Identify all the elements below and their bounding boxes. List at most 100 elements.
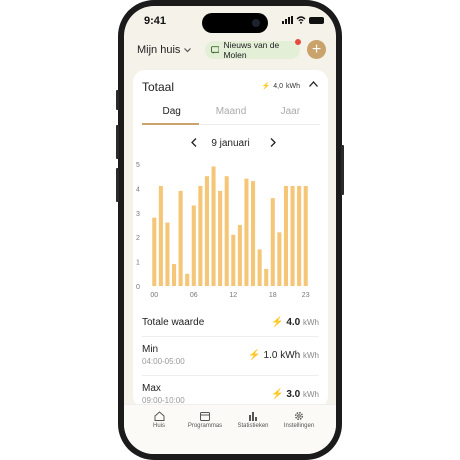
bar-hour-19[interactable] (277, 232, 282, 286)
tab-huis[interactable]: Huis (136, 411, 182, 429)
phone-frame: 9:41 Mijn huis Nieuws van de Molen + Tot… (116, 0, 344, 460)
side-button (116, 168, 119, 202)
total-badge-unit: kWh (286, 82, 300, 90)
tab-statistieken-label: Statistieken (237, 423, 269, 429)
divider (142, 336, 319, 337)
stats-icon (249, 412, 257, 421)
summary-total-value: 4.0 (286, 317, 301, 328)
app-screen: 9:41 Mijn huis Nieuws van de Molen + Tot… (124, 6, 336, 454)
next-date-button[interactable] (270, 138, 276, 150)
x-tick-label: 18 (269, 292, 277, 299)
bar-hour-1[interactable] (158, 185, 163, 286)
bar-hour-10[interactable] (218, 190, 223, 286)
bar-hour-9[interactable] (211, 166, 216, 286)
summary-total-unit: kWh (303, 318, 319, 327)
bar-hour-0[interactable] (152, 217, 157, 286)
bar-hour-7[interactable] (198, 185, 203, 286)
home-selector-label: Mijn huis (137, 44, 181, 56)
tab-programmas-label: Programmas (187, 423, 223, 429)
news-label: Nieuws van de Molen (223, 40, 280, 60)
tab-huis-label: Huis (152, 423, 165, 429)
signal-icon (282, 16, 293, 24)
news-icon (211, 46, 220, 54)
current-date: 9 januari (211, 138, 250, 149)
bar-hour-13[interactable] (237, 225, 242, 286)
summary-max-value: 3.0 (286, 389, 301, 400)
chevron-left-icon (191, 138, 197, 147)
tab-jaar[interactable]: Jaar (261, 106, 320, 126)
bolt-icon: ⚡ (248, 350, 261, 361)
bar-hour-5[interactable] (185, 273, 190, 286)
card-title: Totaal (142, 80, 175, 94)
bar-hour-21[interactable] (290, 185, 295, 286)
summary-min-value: 1.0 kWh (263, 350, 301, 361)
status-time: 9:41 (144, 15, 167, 27)
date-navigator: 9 januari (133, 138, 328, 149)
bolt-icon: ⚡ (261, 83, 271, 90)
bar-hour-17[interactable] (264, 268, 269, 286)
bar-hour-11[interactable] (224, 176, 229, 286)
home-selector[interactable]: Mijn huis (137, 44, 192, 56)
tab-maand[interactable]: Maand (201, 106, 260, 126)
dynamic-island (202, 13, 268, 33)
total-badge: ⚡ 4,0 kWh (261, 82, 300, 91)
summary-max-unit: kWh (303, 390, 319, 399)
bolt-icon: ⚡ (271, 389, 284, 400)
bar-hour-20[interactable] (283, 185, 288, 286)
notification-dot (295, 39, 301, 45)
x-tick-label: 00 (150, 292, 158, 299)
bar-hour-18[interactable] (270, 198, 275, 286)
y-tick-label: 2 (136, 235, 140, 242)
wifi-icon (296, 16, 306, 24)
bar-hour-4[interactable] (178, 190, 183, 286)
x-tick-label: 06 (190, 292, 198, 299)
consumption-chart: 01234500 06 12 18 23 (136, 162, 310, 299)
summary-total: Totale waarde ⚡ 4.0 kWh (142, 317, 319, 328)
chevron-down-icon (184, 47, 192, 52)
tab-instellingen[interactable]: Instellingen (276, 411, 322, 429)
summary-min: Min 04:00-05:00 ⚡ 1.0 kWh kWh (142, 344, 319, 366)
bar-hour-3[interactable] (172, 264, 177, 286)
bar-hour-16[interactable] (257, 249, 262, 286)
x-tick-label: 12 (229, 292, 237, 299)
x-tick-label: 23 (302, 292, 310, 299)
home-icon (154, 411, 164, 421)
bar-hour-12[interactable] (231, 234, 236, 286)
tab-statistieken[interactable]: Statistieken (230, 411, 276, 429)
collapse-button[interactable] (309, 79, 318, 90)
side-button (116, 125, 119, 159)
total-card: Totaal ⚡ 4,0 kWh Dag Maand Jaar 9 januar… (133, 70, 328, 408)
bar-hour-23[interactable] (303, 185, 308, 286)
prev-date-button[interactable] (191, 138, 197, 150)
gear-icon (295, 412, 303, 420)
bar-hour-22[interactable] (297, 185, 302, 286)
summary-min-unit: kWh (303, 351, 319, 360)
chevron-right-icon (270, 138, 276, 147)
bar-hour-2[interactable] (165, 222, 170, 286)
status-icons (282, 16, 324, 24)
camera-icon (252, 19, 260, 27)
summary-max-value-wrap: ⚡ 3.0 kWh (271, 389, 319, 400)
bar-hour-8[interactable] (204, 176, 209, 286)
bolt-icon: ⚡ (271, 317, 284, 328)
y-tick-label: 5 (136, 162, 140, 169)
chevron-up-icon (309, 81, 318, 87)
y-tick-label: 3 (136, 211, 140, 218)
y-tick-label: 1 (136, 260, 140, 267)
tab-programmas[interactable]: Programmas (182, 411, 228, 429)
summary-max: Max 09:00-10:00 ⚡ 3.0 kWh (142, 383, 319, 405)
summary-total-value-wrap: ⚡ 4.0 kWh (271, 317, 319, 328)
total-badge-value: 4,0 (273, 82, 283, 90)
tab-instellingen-label: Instellingen (283, 423, 315, 429)
bar-hour-6[interactable] (191, 205, 196, 286)
tab-indicator (142, 123, 199, 125)
news-button[interactable]: Nieuws van de Molen (205, 39, 301, 60)
y-tick-label: 0 (136, 284, 140, 291)
divider (142, 375, 319, 376)
app-header: Mijn huis Nieuws van de Molen + (124, 36, 336, 64)
bar-hour-15[interactable] (251, 181, 256, 286)
add-button[interactable]: + (307, 40, 326, 59)
bar-hour-14[interactable] (244, 178, 249, 286)
y-tick-label: 4 (136, 186, 140, 193)
calendar-icon (200, 412, 210, 421)
